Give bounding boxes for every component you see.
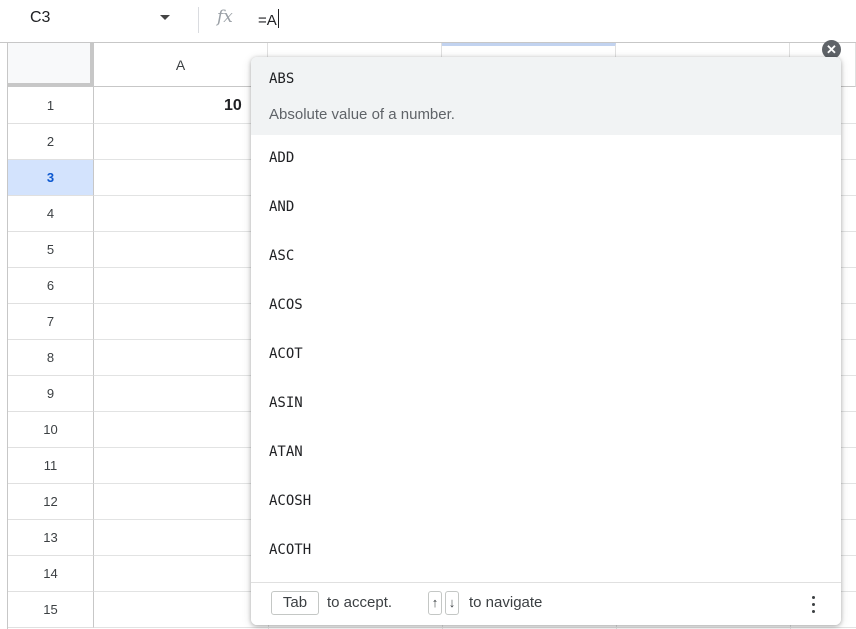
tab-key-hint: Tab — [271, 591, 319, 615]
arrow-down-icon: ↓ — [445, 591, 459, 615]
navigate-hint: to navigate — [469, 594, 543, 611]
row-header-1[interactable]: 1 — [8, 87, 94, 124]
row-header-7[interactable]: 7 — [8, 304, 94, 340]
autocomplete-item[interactable]: ASIN — [251, 380, 841, 429]
row-header-5[interactable]: 5 — [8, 232, 94, 268]
formula-bar: C3 fx =A — [0, 0, 856, 43]
accept-hint: to accept. — [327, 594, 393, 611]
function-description: Absolute value of a number. — [269, 106, 455, 123]
row-header-13[interactable]: 13 — [8, 520, 94, 556]
row-header-3[interactable]: 3 — [8, 160, 94, 196]
autocomplete-item[interactable]: ACOSH — [251, 478, 841, 527]
function-name: ASC — [269, 248, 295, 264]
function-name: ADD — [269, 150, 295, 166]
function-name: ATAN — [269, 444, 303, 460]
autocomplete-item[interactable]: ACOTH — [251, 527, 841, 576]
formula-text: =A — [258, 12, 277, 29]
autocomplete-item[interactable]: AND — [251, 184, 841, 233]
autocomplete-footer: Tab to accept. ↑ ↓ to navigate — [251, 582, 841, 625]
text-cursor — [277, 9, 279, 28]
row-header-10[interactable]: 10 — [8, 412, 94, 448]
autocomplete-item[interactable]: ACOS — [251, 282, 841, 331]
formula-input[interactable]: =A — [258, 9, 279, 29]
arrow-up-icon: ↑ — [428, 591, 442, 615]
autocomplete-item[interactable]: ADD — [251, 135, 841, 184]
chevron-down-icon[interactable] — [160, 15, 170, 20]
formula-bar-divider — [198, 7, 199, 33]
row-header-9[interactable]: 9 — [8, 376, 94, 412]
function-name: ACOSH — [269, 493, 312, 509]
row-header-12[interactable]: 12 — [8, 484, 94, 520]
function-name: ACOS — [269, 297, 303, 313]
grid-left-edge — [0, 43, 8, 629]
more-vert-icon[interactable] — [807, 593, 819, 617]
function-name: ACOT — [269, 346, 303, 362]
autocomplete-item[interactable]: ASC — [251, 233, 841, 282]
row-header-4[interactable]: 4 — [8, 196, 94, 232]
autocomplete-item-highlighted[interactable]: ABS Absolute value of a number. — [251, 57, 841, 135]
cell-a1[interactable]: 10 — [224, 97, 242, 115]
autocomplete-item[interactable]: ACOT — [251, 331, 841, 380]
fx-icon: fx — [217, 7, 233, 27]
row-header-2[interactable]: 2 — [8, 124, 94, 160]
function-name: ACOTH — [269, 542, 312, 558]
row-header-11[interactable]: 11 — [8, 448, 94, 484]
function-name: ASIN — [269, 395, 303, 411]
row-header-6[interactable]: 6 — [8, 268, 94, 304]
select-all-corner[interactable] — [8, 43, 94, 87]
autocomplete-item[interactable]: ATAN — [251, 429, 841, 478]
function-autocomplete: ABS Absolute value of a number. ADD AND … — [251, 57, 841, 625]
row-header-15[interactable]: 15 — [8, 592, 94, 628]
function-name: ABS — [269, 71, 295, 87]
row-header-14[interactable]: 14 — [8, 556, 94, 592]
column-header-a[interactable]: A — [94, 43, 268, 87]
row-header-8[interactable]: 8 — [8, 340, 94, 376]
function-name: AND — [269, 199, 295, 215]
name-box[interactable]: C3 — [30, 9, 50, 27]
